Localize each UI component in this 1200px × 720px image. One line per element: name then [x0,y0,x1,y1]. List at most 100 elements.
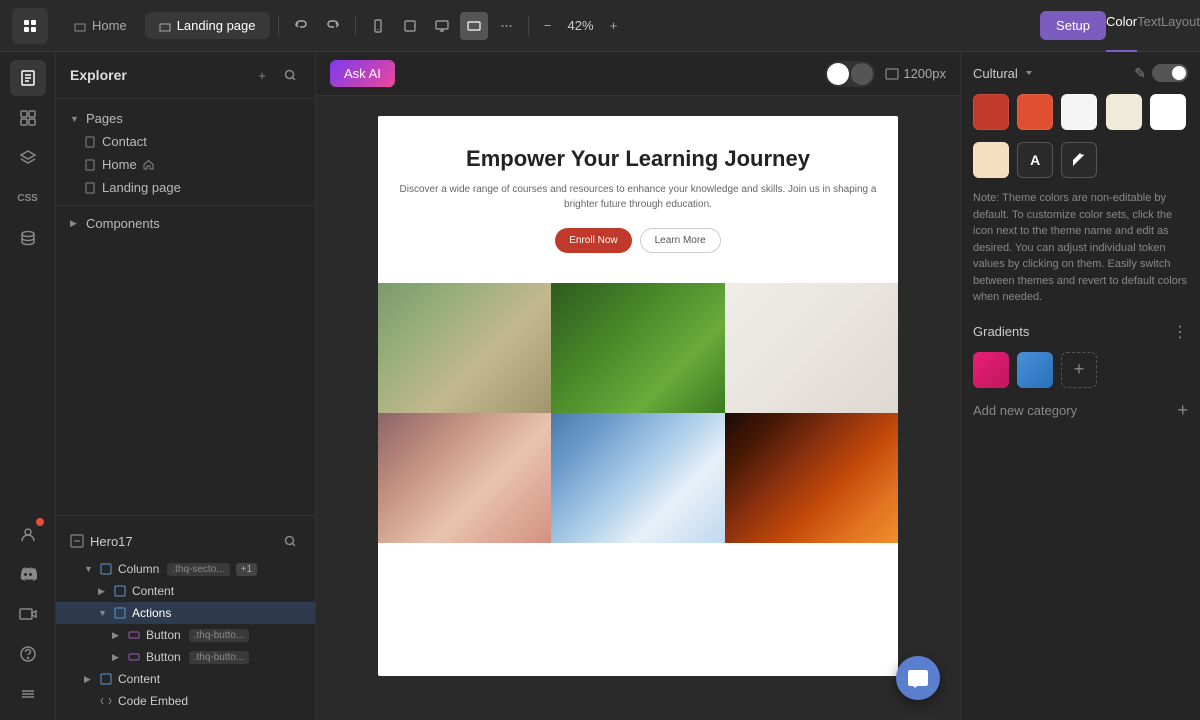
tree-button-2[interactable]: ▶ Button .thq-butto... [56,646,315,668]
gradients-more-btn[interactable]: ⋮ [1172,322,1188,342]
grid-image-1 [378,283,551,413]
actions-icon [114,607,126,619]
tab-layout[interactable]: Layout [1161,0,1200,52]
sidebar-layers-icon[interactable] [10,140,46,176]
dark-theme-dot[interactable] [851,63,873,85]
page-home[interactable]: Home [56,153,315,176]
hero-icon [70,534,84,548]
add-gradient-btn[interactable]: + [1061,352,1097,388]
swatch-fill[interactable] [1061,142,1097,178]
page-contact-label: Contact [102,134,147,149]
more-options-btn[interactable]: ··· [492,12,520,40]
separator3 [528,16,529,36]
learn-more-btn[interactable]: Learn More [640,228,721,253]
color-swatches-row2: A [973,142,1188,178]
page-icon2 [84,159,96,171]
button1-label: Button [146,628,181,642]
enroll-btn[interactable]: Enroll Now [555,228,631,253]
grid-image-5 [551,413,724,543]
setup-button[interactable]: Setup [1040,11,1106,40]
sidebar-users-icon[interactable] [10,516,46,552]
tree-button-1[interactable]: ▶ Button .thq-butto... [56,624,315,646]
ask-ai-button[interactable]: Ask AI [330,60,395,87]
page-contact[interactable]: Contact [56,130,315,153]
swatch-red-dark[interactable] [973,94,1009,130]
page-landing[interactable]: Landing page [56,176,315,199]
sidebar-css-icon[interactable]: CSS [10,180,46,216]
grid-image-3 [725,283,898,413]
swatch-orange-red[interactable] [1017,94,1053,130]
top-bar: Home Landing page ··· − 42% [0,0,1200,52]
theme-toggle[interactable] [825,61,875,87]
explorer-header-icons: + [251,64,301,86]
tree-content-1[interactable]: ▶ Content [56,580,315,602]
preview-canvas: Empower Your Learning Journey Discover a… [378,116,898,676]
content2-arrow: ▶ [84,674,94,685]
swatch-text[interactable]: A [1017,142,1053,178]
theme-note: Note: Theme colors are non-editable by d… [973,190,1188,306]
tree-column[interactable]: ▼ Column .thq-secto... +1 [56,558,315,580]
desktop-view-btn[interactable] [428,12,456,40]
pages-arrow: ▼ [70,114,80,124]
col-arrow: ▼ [84,564,94,574]
actions-arrow: ▼ [98,608,108,618]
theme-toggle-switch[interactable] [1152,64,1188,82]
mobile-view-btn[interactable] [364,12,392,40]
chat-fab[interactable] [896,656,940,700]
page-landing-label: Landing page [102,180,181,195]
swatch-pure-white[interactable] [1150,94,1186,130]
components-group[interactable]: ▶ Components [56,212,315,235]
theme-edit-icon[interactable]: ✎ [1134,65,1146,82]
sidebar-components-icon[interactable] [10,100,46,136]
gradient-blue[interactable] [1017,352,1053,388]
add-category-btn[interactable]: + [1177,400,1188,421]
page-home-label: Home [102,157,137,172]
sidebar-menu-icon[interactable] [10,676,46,712]
tab-text[interactable]: Text [1137,0,1161,52]
sidebar-discord-icon[interactable] [10,556,46,592]
zoom-out-btn[interactable]: − [537,15,559,37]
color-panel-content: Cultural ✎ A [961,52,1200,720]
light-theme-dot[interactable] [827,63,849,85]
swatch-peach[interactable] [973,142,1009,178]
sidebar-data-icon[interactable] [10,220,46,256]
add-page-btn[interactable]: + [251,64,273,86]
column-label: Column [118,562,159,576]
gradient-pink[interactable] [973,352,1009,388]
tab-home[interactable]: Home [60,12,141,39]
theme-selector[interactable]: Cultural [973,66,1034,81]
separator2 [355,16,356,36]
sidebar-pages-icon[interactable] [10,60,46,96]
add-category-row[interactable]: Add new category + [973,400,1188,421]
components-label: Components [86,216,160,231]
tree-content-2[interactable]: ▶ Content [56,668,315,690]
pages-group[interactable]: ▼ Pages [56,107,315,130]
image-grid [378,283,898,543]
right-panel-top-tabs: Color Text Layout [1106,0,1200,52]
search-pages-btn[interactable] [279,64,301,86]
sidebar-video-icon[interactable] [10,596,46,632]
add-page-icon[interactable] [12,8,48,44]
gradient-swatches: + [973,352,1188,388]
hero-subtitle: Discover a wide range of courses and res… [398,182,878,212]
main-content: CSS Explorer + [0,52,1200,720]
widescreen-view-btn[interactable] [460,12,488,40]
swatch-cream[interactable] [1106,94,1142,130]
tree-actions[interactable]: ▼ Actions [56,602,315,624]
top-bar-left [0,8,60,44]
content2-label: Content [118,672,160,686]
tree-code-embed[interactable]: Code Embed [56,690,315,712]
tab-landing-page[interactable]: Landing page [145,12,270,39]
redo-btn[interactable] [319,12,347,40]
search-tree-btn[interactable] [279,530,301,552]
sidebar-help-icon[interactable] [10,636,46,672]
tab-color[interactable]: Color [1106,0,1137,52]
zoom-in-btn[interactable]: + [603,15,625,37]
canvas-scroll[interactable]: Empower Your Learning Journey Discover a… [316,96,960,720]
tablet-view-btn[interactable] [396,12,424,40]
undo-btn[interactable] [287,12,315,40]
gradients-label: Gradients [973,324,1029,339]
divider [56,205,315,206]
box-icon [100,563,112,575]
swatch-white[interactable] [1061,94,1097,130]
